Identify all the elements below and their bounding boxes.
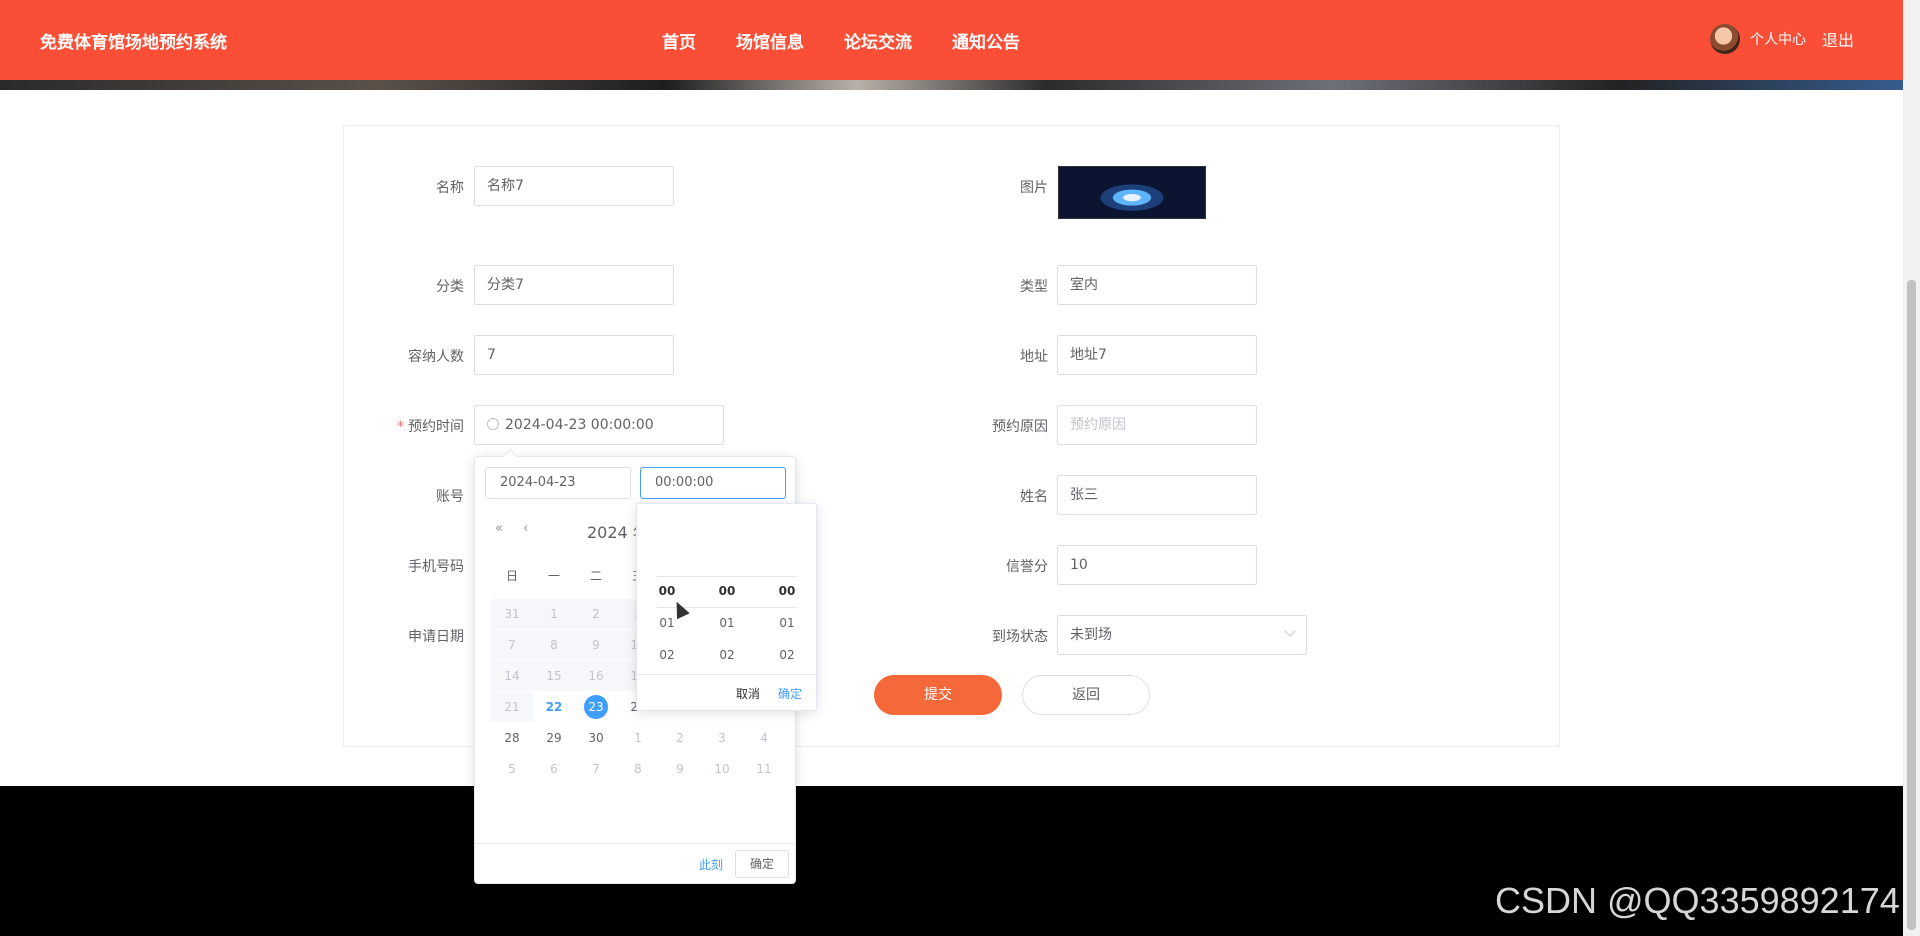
selected-day[interactable]: 23 [584, 695, 608, 719]
calendar-day[interactable]: 15 [533, 661, 575, 691]
time-ok-button[interactable]: 确定 [778, 685, 802, 702]
phone-label: 手机号码 [408, 559, 464, 575]
calendar-day[interactable]: 2 [659, 723, 701, 753]
picker-footer: 此刻 确定 [475, 843, 795, 883]
required-mark: * [397, 419, 404, 435]
calendar-day[interactable]: 30 [575, 723, 617, 753]
top-header: 免费体育馆场地预约系统 首页 场馆信息 论坛交流 通知公告 个人中心 退出 [0, 0, 1903, 80]
arrival-label: 到场状态 [992, 629, 1048, 645]
second-option[interactable]: 00 [767, 584, 807, 616]
prev-year-icon[interactable]: « [495, 521, 503, 536]
now-button[interactable]: 此刻 [699, 856, 723, 873]
fullname-input[interactable]: 张三 [1057, 475, 1257, 515]
address-input[interactable]: 地址7 [1057, 335, 1257, 375]
capacity-label: 容纳人数 [408, 349, 464, 365]
address-label: 地址 [1020, 349, 1048, 365]
submit-button[interactable]: 提交 [874, 675, 1002, 715]
calendar-day[interactable]: 9 [575, 630, 617, 660]
time-panel-footer: 取消 确定 [637, 674, 816, 710]
calendar-day[interactable]: 4 [743, 723, 785, 753]
site-brand[interactable]: 免费体育馆场地预约系统 [40, 28, 227, 53]
calendar-day[interactable]: 31 [491, 599, 533, 629]
picker-ok-button[interactable]: 确定 [735, 850, 789, 878]
avatar[interactable] [1710, 24, 1740, 54]
credit-label: 信誉分 [1006, 559, 1048, 575]
calendar-day[interactable]: 11 [743, 754, 785, 784]
reason-input[interactable]: 预约原因 [1057, 405, 1257, 445]
back-button[interactable]: 返回 [1022, 675, 1150, 715]
calendar-day[interactable]: 29 [533, 723, 575, 753]
chevron-down-icon [1284, 625, 1296, 637]
reason-label: 预约原因 [992, 419, 1048, 435]
picker-nav: « ‹ [495, 521, 528, 536]
main-nav: 首页 场馆信息 论坛交流 通知公告 [662, 28, 1020, 53]
nav-forum[interactable]: 论坛交流 [844, 28, 912, 53]
category-input[interactable]: 分类7 [474, 265, 674, 305]
time-cancel-button[interactable]: 取消 [736, 685, 760, 702]
arrival-select-value: 未到场 [1070, 627, 1112, 643]
second-option[interactable]: 01 [767, 616, 807, 648]
weekday-header: 日 [505, 569, 518, 583]
picker-time-input[interactable]: 00:00:00 [640, 467, 786, 499]
user-area: 个人中心 退出 [1710, 24, 1854, 54]
calendar-day[interactable]: 10 [701, 754, 743, 784]
credit-input[interactable]: 10 [1057, 545, 1257, 585]
booking-time-label: * 预约时间 [344, 416, 464, 436]
calendar-day[interactable]: 9 [659, 754, 701, 784]
booking-time-value: 2024-04-23 00:00:00 [505, 417, 654, 433]
hero-banner-strip [0, 80, 1903, 90]
image-label: 图片 [1020, 180, 1048, 196]
nav-home[interactable]: 首页 [662, 28, 696, 53]
account-label: 账号 [436, 489, 464, 505]
calendar-day[interactable]: 7 [491, 630, 533, 660]
seconds-column[interactable]: 00 01 02 [767, 584, 807, 680]
type-label: 类型 [1020, 279, 1048, 295]
venue-image[interactable] [1058, 166, 1206, 219]
calendar-day[interactable]: 3 [701, 723, 743, 753]
name-input[interactable]: 名称7 [474, 166, 674, 206]
calendar-day[interactable]: 1 [533, 599, 575, 629]
calendar-day[interactable]: 8 [533, 630, 575, 660]
name-label: 名称 [436, 180, 464, 196]
page-scrollbar[interactable] [1903, 0, 1920, 936]
calendar-day[interactable]: 28 [491, 723, 533, 753]
hour-option[interactable]: 01 [647, 616, 687, 648]
calendar-day[interactable]: 8 [617, 754, 659, 784]
calendar-day[interactable]: 5 [491, 754, 533, 784]
calendar-day[interactable]: 16 [575, 661, 617, 691]
capacity-input[interactable]: 7 [474, 335, 674, 375]
calendar-day[interactable]: 6 [533, 754, 575, 784]
booking-time-label-text: 预约时间 [408, 419, 464, 435]
arrival-select[interactable]: 未到场 [1057, 615, 1307, 655]
calendar-day[interactable]: 7 [575, 754, 617, 784]
minute-option[interactable]: 00 [707, 584, 747, 616]
minute-option[interactable]: 01 [707, 616, 747, 648]
weekday-header: 二 [589, 569, 602, 583]
type-input[interactable]: 室内 [1057, 265, 1257, 305]
booking-time-input[interactable]: 2024-04-23 00:00:00 [474, 405, 724, 445]
logout-link[interactable]: 退出 [1822, 27, 1854, 51]
weekday-header: 一 [547, 569, 560, 583]
scrollbar-thumb[interactable] [1907, 280, 1916, 930]
minutes-column[interactable]: 00 01 02 [707, 584, 747, 680]
calendar-day[interactable]: 22 [533, 692, 575, 722]
watermark: CSDN @QQ3359892174 [1495, 880, 1900, 921]
category-label: 分类 [436, 279, 464, 295]
user-center-link[interactable]: 个人中心 [1750, 29, 1806, 49]
calendar-day[interactable]: 23 [575, 692, 617, 722]
apply-date-label: 申请日期 [408, 629, 464, 645]
clock-icon [487, 418, 499, 430]
fullname-label: 姓名 [1020, 489, 1048, 505]
calendar-day[interactable]: 14 [491, 661, 533, 691]
picker-date-input[interactable]: 2024-04-23 [485, 467, 631, 499]
time-spinner-panel: 00 01 02 00 01 02 00 01 02 取消 确定 [636, 503, 817, 711]
calendar-day[interactable]: 1 [617, 723, 659, 753]
nav-notices[interactable]: 通知公告 [952, 28, 1020, 53]
calendar-day[interactable]: 21 [491, 692, 533, 722]
calendar-day[interactable]: 2 [575, 599, 617, 629]
nav-venues[interactable]: 场馆信息 [736, 28, 804, 53]
prev-month-icon[interactable]: ‹ [523, 521, 528, 536]
